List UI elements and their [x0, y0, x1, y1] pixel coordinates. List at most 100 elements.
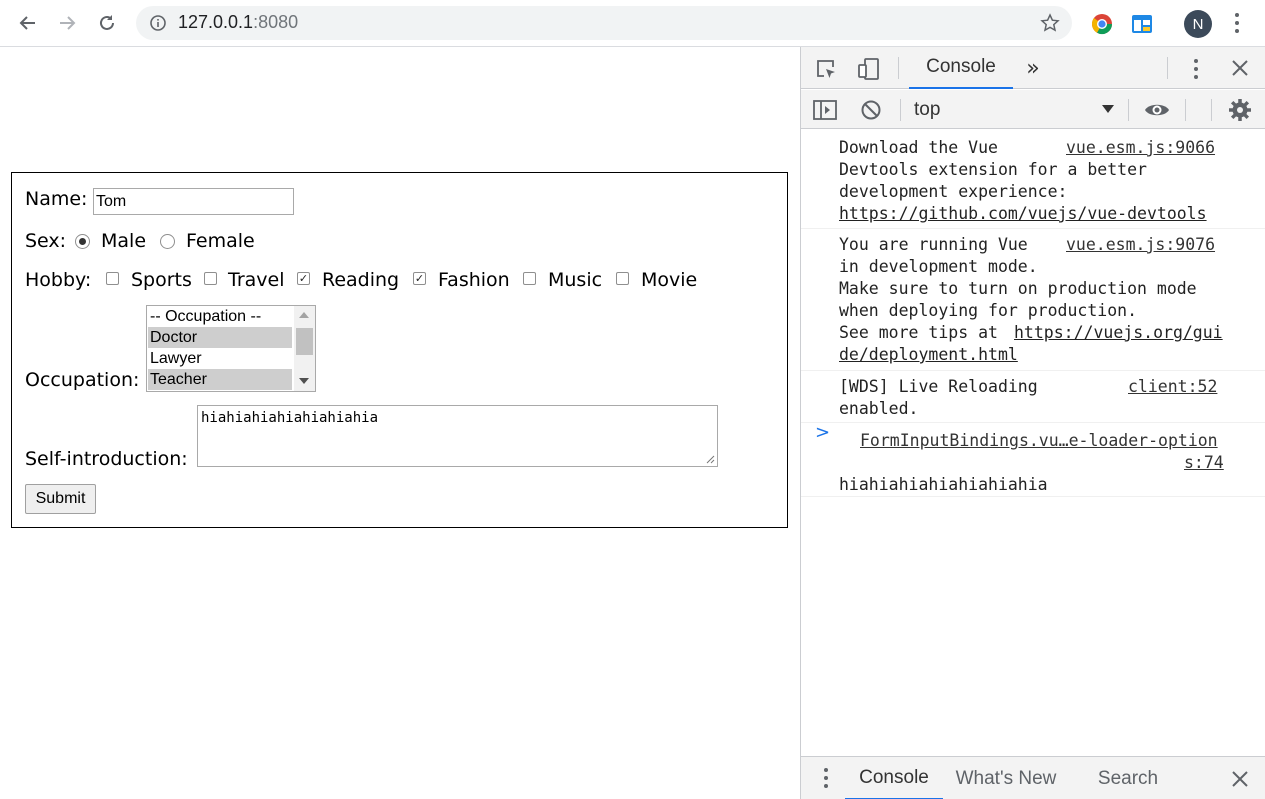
- star-icon[interactable]: [1040, 13, 1060, 33]
- toolbar-divider: [1167, 57, 1168, 79]
- hobby-option-label: Sports: [131, 269, 192, 291]
- self-intro-label: Self-introduction:: [25, 448, 188, 470]
- url-text[interactable]: 127.0.0.1:8080: [178, 12, 298, 33]
- self-intro-text: hiahiahiahiahiahiahia: [201, 410, 379, 426]
- console-text: Devtools extension for a better: [839, 160, 1147, 179]
- hobby-checkbox-reading[interactable]: ✓: [297, 272, 310, 285]
- occupation-option[interactable]: Lawyer: [148, 348, 292, 369]
- console-source-link[interactable]: vue.esm.js:9066: [1066, 137, 1215, 159]
- scroll-up-icon[interactable]: [299, 312, 309, 318]
- tab-console[interactable]: Console: [909, 47, 1013, 89]
- page-content: Name: Tom Sex: Male Female Hobby: Sports…: [0, 47, 800, 799]
- execution-context-select[interactable]: top: [914, 99, 940, 121]
- app-extension-icon[interactable]: [1130, 12, 1154, 36]
- back-arrow-icon: [19, 16, 35, 30]
- sex-radio-male[interactable]: [75, 234, 90, 249]
- console-text: You are running Vue: [839, 235, 1028, 254]
- hobby-checkbox-movie[interactable]: [616, 272, 629, 285]
- console-text: development experience:: [839, 182, 1068, 201]
- close-icon: [1232, 60, 1248, 76]
- console-link[interactable]: https://vuejs.org/gui: [1014, 322, 1223, 344]
- inspect-cursor-icon: [817, 60, 835, 78]
- console-source-link[interactable]: FormInputBindings.vu…e-loader-option: [860, 430, 1218, 452]
- user-form: Name: Tom Sex: Male Female Hobby: Sports…: [11, 172, 788, 528]
- hobby-checkbox-travel[interactable]: [204, 272, 217, 285]
- sidebar-toggle-icon: [813, 100, 837, 120]
- chrome-extension-icon[interactable]: [1090, 12, 1114, 36]
- scroll-down-icon[interactable]: [299, 378, 309, 384]
- devtools-tabbar: Console »: [801, 47, 1265, 89]
- info-icon[interactable]: [150, 15, 166, 31]
- clear-console-button[interactable]: [859, 98, 883, 122]
- toolbar-divider: [1128, 99, 1129, 121]
- console-text: Download the Vue: [839, 138, 998, 157]
- scrollbar-thumb[interactable]: [296, 328, 313, 355]
- gear-icon: [1229, 99, 1251, 121]
- show-sidebar-button[interactable]: [813, 98, 837, 122]
- device-toolbar-button[interactable]: [856, 56, 882, 82]
- profile-avatar[interactable]: N: [1184, 10, 1212, 38]
- console-link[interactable]: https://github.com/vuejs/vue-devtools: [839, 203, 1207, 225]
- toolbar-divider: [1185, 99, 1186, 121]
- hobby-checkbox-sports[interactable]: [106, 272, 119, 285]
- occupation-multiselect[interactable]: -- Occupation -- Doctor Lawyer Teacher: [146, 305, 316, 392]
- occupation-label: Occupation:: [25, 369, 140, 391]
- back-button[interactable]: [12, 7, 44, 39]
- clear-ban-icon: [861, 100, 881, 120]
- drawer-tab-search[interactable]: Search: [1087, 757, 1169, 799]
- hobby-option-label: Movie: [641, 269, 698, 291]
- console-source-link[interactable]: s:74: [1184, 452, 1224, 474]
- close-icon: [1232, 771, 1248, 787]
- devtools-menu-button[interactable]: [1185, 56, 1207, 82]
- occupation-option[interactable]: Doctor: [148, 327, 292, 348]
- drawer-tab-whats-new[interactable]: What's New: [949, 757, 1063, 799]
- sex-label: Sex:: [25, 230, 67, 252]
- console-prompt[interactable]: >: [815, 422, 830, 443]
- console-message: [WDS] Live Reloading client:52 enabled.: [801, 371, 1265, 423]
- kebab-menu-icon[interactable]: [1229, 11, 1245, 35]
- console-source-link[interactable]: vue.esm.js:9076: [1066, 234, 1215, 256]
- console-settings-button[interactable]: [1227, 98, 1253, 122]
- live-expression-button[interactable]: [1143, 98, 1171, 122]
- occupation-scrollbar[interactable]: [294, 306, 315, 391]
- name-input[interactable]: Tom: [93, 188, 294, 215]
- more-tabs-button[interactable]: »: [1021, 55, 1045, 81]
- console-message: Download the Vue vue.esm.js:9066 Devtool…: [801, 130, 1265, 229]
- console-link[interactable]: de/deployment.html: [839, 344, 1018, 366]
- forward-button[interactable]: [51, 7, 83, 39]
- console-messages: Download the Vue vue.esm.js:9066 Devtool…: [801, 130, 1265, 497]
- hobby-checkbox-fashion[interactable]: ✓: [413, 272, 426, 285]
- resize-grip-icon[interactable]: [705, 454, 715, 464]
- console-text: in development mode.: [839, 257, 1038, 276]
- hobby-option-label: Travel: [228, 269, 285, 291]
- hobby-option-label: Fashion: [438, 269, 510, 291]
- occupation-option[interactable]: -- Occupation --: [148, 306, 292, 327]
- self-intro-textarea[interactable]: hiahiahiahiahiahiahia: [197, 405, 718, 467]
- kebab-menu-icon: [1194, 59, 1198, 79]
- address-bar[interactable]: 127.0.0.1:8080: [136, 6, 1072, 40]
- chevron-down-icon[interactable]: [1102, 105, 1114, 113]
- occupation-option[interactable]: Teacher: [148, 369, 292, 390]
- submit-button[interactable]: Submit: [25, 484, 96, 514]
- drawer-tab-console[interactable]: Console: [845, 757, 943, 799]
- console-text: See more tips at: [839, 323, 1008, 342]
- reload-button[interactable]: [91, 7, 123, 39]
- forward-arrow-icon: [60, 16, 76, 30]
- sex-option-label: Female: [186, 230, 255, 252]
- console-source-link[interactable]: client:52: [1128, 376, 1217, 398]
- console-text: when deploying for production.: [839, 301, 1138, 320]
- drawer-menu-button[interactable]: [817, 766, 835, 790]
- sex-option-label: Male: [101, 230, 147, 252]
- sex-radio-female[interactable]: [160, 234, 175, 249]
- hobby-checkbox-music[interactable]: [523, 272, 536, 285]
- name-label: Name:: [25, 188, 88, 210]
- devtools-drawer-tabbar: Console What's New Search: [801, 756, 1265, 799]
- toolbar-divider: [898, 57, 899, 79]
- reload-icon: [100, 15, 114, 30]
- close-devtools-button[interactable]: [1229, 57, 1251, 79]
- hobby-label: Hobby:: [25, 269, 92, 291]
- url-host: 127.0.0.1: [178, 12, 254, 32]
- console-text: enabled.: [839, 399, 919, 418]
- inspect-element-button[interactable]: [813, 56, 839, 82]
- close-drawer-button[interactable]: [1229, 768, 1251, 790]
